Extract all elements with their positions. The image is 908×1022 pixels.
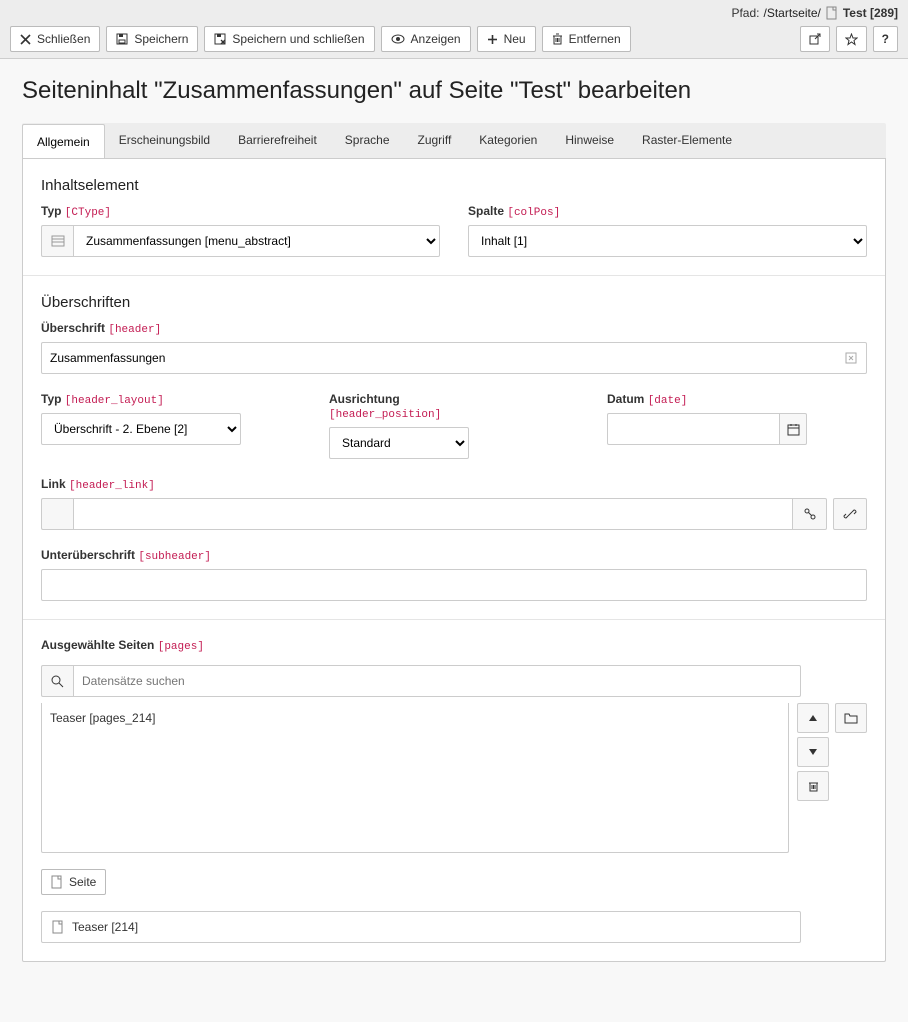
save-button[interactable]: Speichern: [106, 26, 198, 52]
page-title: Seiteninhalt "Zusammenfassungen" auf Sei…: [22, 77, 886, 105]
link-browser-button[interactable]: [833, 498, 867, 530]
tab-panel: Inhaltselement Typ [CType] Zusammenfassu…: [22, 159, 886, 962]
label-header-layout: Typ [header_layout]: [41, 392, 241, 407]
link-toggle-button[interactable]: [793, 498, 827, 530]
delete-record-button[interactable]: [797, 771, 829, 801]
breadcrumb-link[interactable]: /Startseite/: [764, 6, 821, 20]
new-label: Neu: [504, 32, 526, 46]
tab-sprache[interactable]: Sprache: [331, 123, 404, 158]
star-icon: [845, 33, 858, 46]
tab-erscheinungsbild[interactable]: Erscheinungsbild: [105, 123, 224, 158]
pages-search-input[interactable]: [73, 665, 801, 697]
search-icon: [51, 675, 64, 688]
label-pages: Ausgewählte Seiten [pages]: [41, 638, 867, 653]
link-options-icon: [803, 508, 817, 520]
label-column: Spalte [colPos]: [468, 204, 867, 219]
tab-bar: Allgemein Erscheinungsbild Barrierefreih…: [22, 123, 886, 159]
subheader-input[interactable]: [41, 569, 867, 601]
breadcrumb-current: Test [289]: [843, 6, 898, 20]
search-prefix: [41, 665, 73, 697]
header-clear-button[interactable]: [838, 343, 866, 373]
folder-icon: [844, 712, 858, 724]
date-input[interactable]: [607, 413, 780, 445]
close-icon: [20, 34, 31, 45]
label-type: Typ [CType]: [41, 204, 440, 219]
top-bar: Pfad: /Startseite/ Test [289] Schließen …: [0, 0, 908, 59]
page-icon: [825, 6, 839, 20]
browse-pages-button[interactable]: [835, 703, 867, 733]
pages-records-list[interactable]: Teaser [pages_214]: [41, 703, 789, 853]
tab-hinweise[interactable]: Hinweise: [551, 123, 628, 158]
save-icon: [116, 33, 128, 45]
move-down-button[interactable]: [797, 737, 829, 767]
save-close-label: Speichern und schließen: [232, 32, 364, 46]
label-header: Überschrift [header]: [41, 321, 867, 336]
tab-allgemein[interactable]: Allgemein: [22, 124, 105, 159]
page-reference-label: Teaser [214]: [72, 920, 138, 934]
header-input[interactable]: [41, 342, 867, 374]
link-input[interactable]: [73, 498, 793, 530]
label-subheader: Unterüberschrift [subheader]: [41, 548, 867, 563]
view-label: Anzeigen: [411, 32, 461, 46]
save-close-icon: [214, 33, 226, 45]
eye-icon: [391, 34, 405, 44]
tab-barrierefreiheit[interactable]: Barrierefreiheit: [224, 123, 331, 158]
page-icon: [52, 920, 64, 934]
add-page-button[interactable]: Seite: [41, 869, 106, 895]
ctype-icon: [41, 225, 73, 257]
triangle-down-icon: [808, 748, 818, 756]
section-headlines: Überschriften: [41, 294, 867, 311]
type-select[interactable]: Zusammenfassungen [menu_abstract]: [73, 225, 440, 257]
move-up-button[interactable]: [797, 703, 829, 733]
triangle-up-icon: [808, 714, 818, 722]
header-layout-select[interactable]: Überschrift - 2. Ebene [2]: [41, 413, 241, 445]
plus-icon: [487, 34, 498, 45]
label-header-position: Ausrichtung [header_position]: [329, 392, 469, 421]
bookmark-button[interactable]: [836, 26, 867, 52]
tab-zugriff[interactable]: Zugriff: [404, 123, 466, 158]
question-icon: ?: [882, 32, 889, 46]
column-select[interactable]: Inhalt [1]: [468, 225, 867, 257]
remove-label: Entfernen: [569, 32, 621, 46]
path-label: Pfad:: [731, 6, 759, 20]
link-icon: [843, 507, 857, 521]
close-button[interactable]: Schließen: [10, 26, 100, 52]
calendar-icon: [787, 423, 800, 436]
page-reference-item[interactable]: Teaser [214]: [41, 911, 801, 943]
date-picker-button[interactable]: [780, 413, 807, 445]
clear-field-icon: [845, 351, 859, 365]
label-link: Link [header_link]: [41, 477, 867, 492]
page-icon: [51, 875, 63, 889]
record-item[interactable]: Teaser [pages_214]: [50, 711, 780, 725]
tab-raster-elemente[interactable]: Raster-Elemente: [628, 123, 746, 158]
header-position-select[interactable]: Standard: [329, 427, 469, 459]
help-button[interactable]: ?: [873, 26, 898, 52]
open-external-button[interactable]: [800, 26, 830, 52]
save-label: Speichern: [134, 32, 188, 46]
remove-button[interactable]: Entfernen: [542, 26, 631, 52]
save-close-button[interactable]: Speichern und schließen: [204, 26, 374, 52]
section-content-element: Inhaltselement: [41, 177, 867, 194]
tab-kategorien[interactable]: Kategorien: [465, 123, 551, 158]
external-icon: [809, 33, 821, 45]
new-button[interactable]: Neu: [477, 26, 536, 52]
view-button[interactable]: Anzeigen: [381, 26, 471, 52]
label-date: Datum [date]: [607, 392, 807, 407]
trash-icon: [552, 33, 563, 45]
content-area: Seiteninhalt "Zusammenfassungen" auf Sei…: [0, 59, 908, 980]
trash-icon: [808, 780, 819, 792]
add-page-label: Seite: [69, 875, 96, 889]
breadcrumb: Pfad: /Startseite/ Test [289]: [10, 6, 898, 20]
close-label: Schließen: [37, 32, 90, 46]
